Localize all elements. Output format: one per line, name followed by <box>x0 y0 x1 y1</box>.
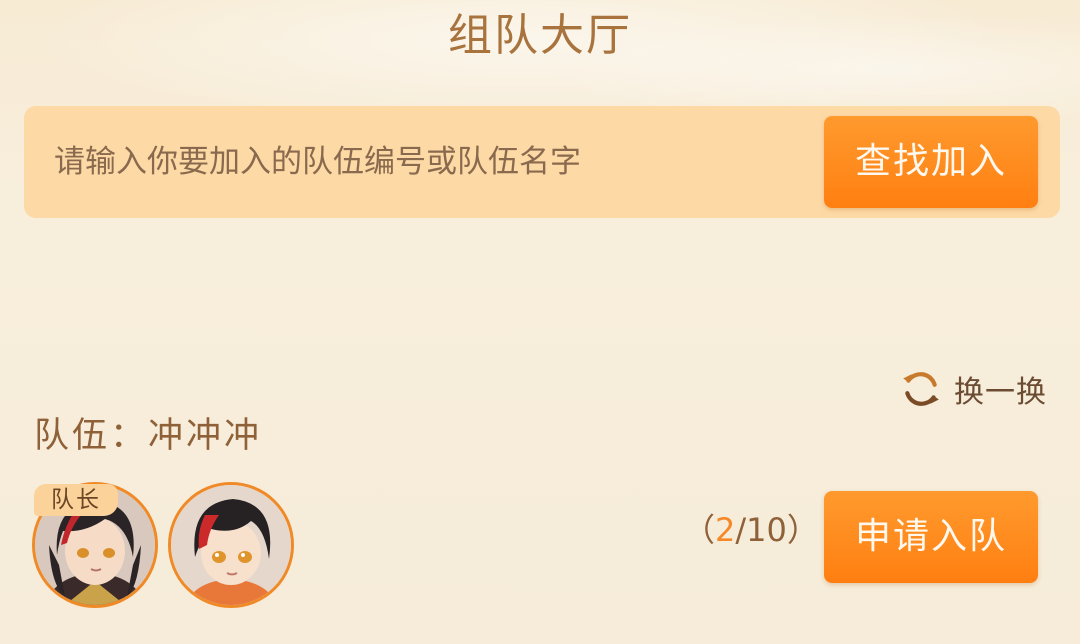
count-current: 2 <box>715 511 736 549</box>
search-join-button[interactable]: 查找加入 <box>824 116 1038 208</box>
refresh-button[interactable]: 换一换 <box>900 366 1047 412</box>
apply-join-button[interactable]: 申请入队 <box>824 491 1038 583</box>
refresh-label: 换一换 <box>954 375 1047 410</box>
search-bar: 查找加入 <box>24 106 1060 218</box>
refresh-icon <box>903 372 939 406</box>
character-avatar-icon <box>171 485 291 605</box>
search-input[interactable] <box>54 134 814 190</box>
member-avatar[interactable] <box>168 482 294 608</box>
count-rest: /10） <box>735 511 819 549</box>
member-count: （2/10） <box>683 508 819 552</box>
leader-badge: 队长 <box>34 484 118 516</box>
page-title: 组队大厅 <box>448 10 632 61</box>
team-name: 队伍：冲冲冲 <box>34 416 263 456</box>
count-open: （ <box>683 511 716 549</box>
